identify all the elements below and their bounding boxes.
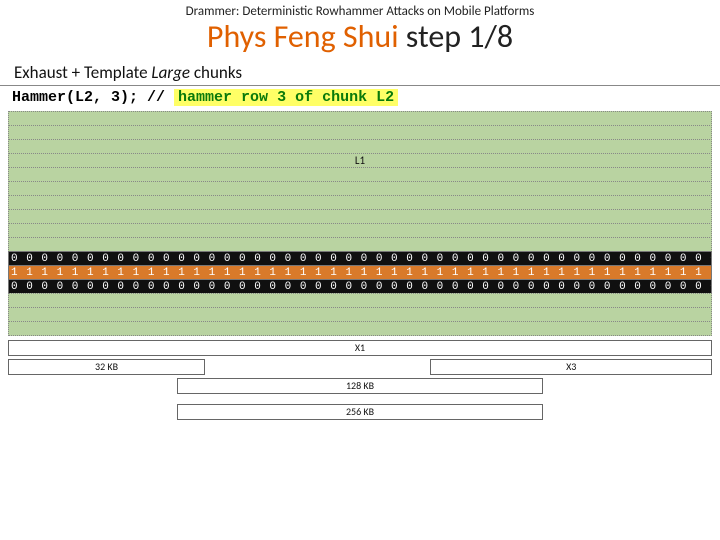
l1-row xyxy=(8,139,712,154)
l2-row xyxy=(8,293,712,308)
bits-one: 1 1 1 1 1 1 1 1 1 1 1 1 1 1 1 1 1 1 1 1 … xyxy=(9,266,711,280)
l1-row xyxy=(8,111,712,126)
x-row-2: 32 KB X3 xyxy=(8,359,712,375)
l1-row: L1 xyxy=(8,153,712,168)
title-highlight: Phys Feng Shui xyxy=(207,17,399,56)
l2-row xyxy=(8,321,712,336)
bits-zero: 0 0 0 0 0 0 0 0 0 0 0 0 0 0 0 0 0 0 0 0 … xyxy=(9,280,711,294)
subtitle-lead: Exhaust + Template xyxy=(14,62,151,83)
x-row-3: 128 KB xyxy=(8,378,712,394)
l2-row xyxy=(8,223,712,238)
memory-diagram: L1 0 0 0 0 0 0 0 0 0 0 0 0 0 0 0 0 0 0 0… xyxy=(8,111,712,336)
x3-block: X3 xyxy=(430,359,712,375)
code-call: Hammer(L2, 3); xyxy=(12,89,138,106)
free-blocks: X1 32 KB X3 128 KB 256 KB xyxy=(8,340,712,420)
l1-row xyxy=(8,195,712,210)
l1-row xyxy=(8,167,712,182)
block-256kb: 256 KB xyxy=(177,404,543,420)
size-128kb: 128 KB xyxy=(178,379,542,392)
l1-row xyxy=(8,209,712,224)
code-comment: hammer row 3 of chunk L2 xyxy=(174,89,398,106)
x-row-4: 256 KB xyxy=(8,404,712,420)
slide-subtitle: Exhaust + Template Large chunks xyxy=(0,58,720,86)
code-line: Hammer(L2, 3); // hammer row 3 of chunk … xyxy=(0,86,720,112)
subtitle-large: Large xyxy=(151,62,190,83)
block-128kb: 128 KB xyxy=(177,378,543,394)
l1-row xyxy=(8,125,712,140)
size-256kb: 256 KB xyxy=(178,405,542,418)
l2-victim-row: 1 1 1 1 1 1 1 1 1 1 1 1 1 1 1 1 1 1 1 1 … xyxy=(8,265,712,280)
l1-row xyxy=(8,181,712,196)
l2-row xyxy=(8,237,712,252)
bits-zero: 0 0 0 0 0 0 0 0 0 0 0 0 0 0 0 0 0 0 0 0 … xyxy=(9,252,711,266)
x1-label: X1 xyxy=(9,341,711,354)
subtitle-tail: chunks xyxy=(190,62,242,83)
x1-block: X1 xyxy=(8,340,712,356)
block-32kb: 32 KB xyxy=(8,359,205,375)
size-32kb: 32 KB xyxy=(9,360,204,373)
x3-label: X3 xyxy=(431,360,711,373)
l2-aggressor-row-top: 0 0 0 0 0 0 0 0 0 0 0 0 0 0 0 0 0 0 0 0 … xyxy=(8,251,712,266)
x1-row: X1 xyxy=(8,340,712,356)
code-sep: // xyxy=(138,89,174,106)
title-rest: step 1/8 xyxy=(399,17,514,56)
l2-aggressor-row-bottom: 0 0 0 0 0 0 0 0 0 0 0 0 0 0 0 0 0 0 0 0 … xyxy=(8,279,712,294)
slide-title: Phys Feng Shui step 1/8 xyxy=(0,19,720,58)
l1-label: L1 xyxy=(9,154,711,167)
l2-row xyxy=(8,307,712,322)
